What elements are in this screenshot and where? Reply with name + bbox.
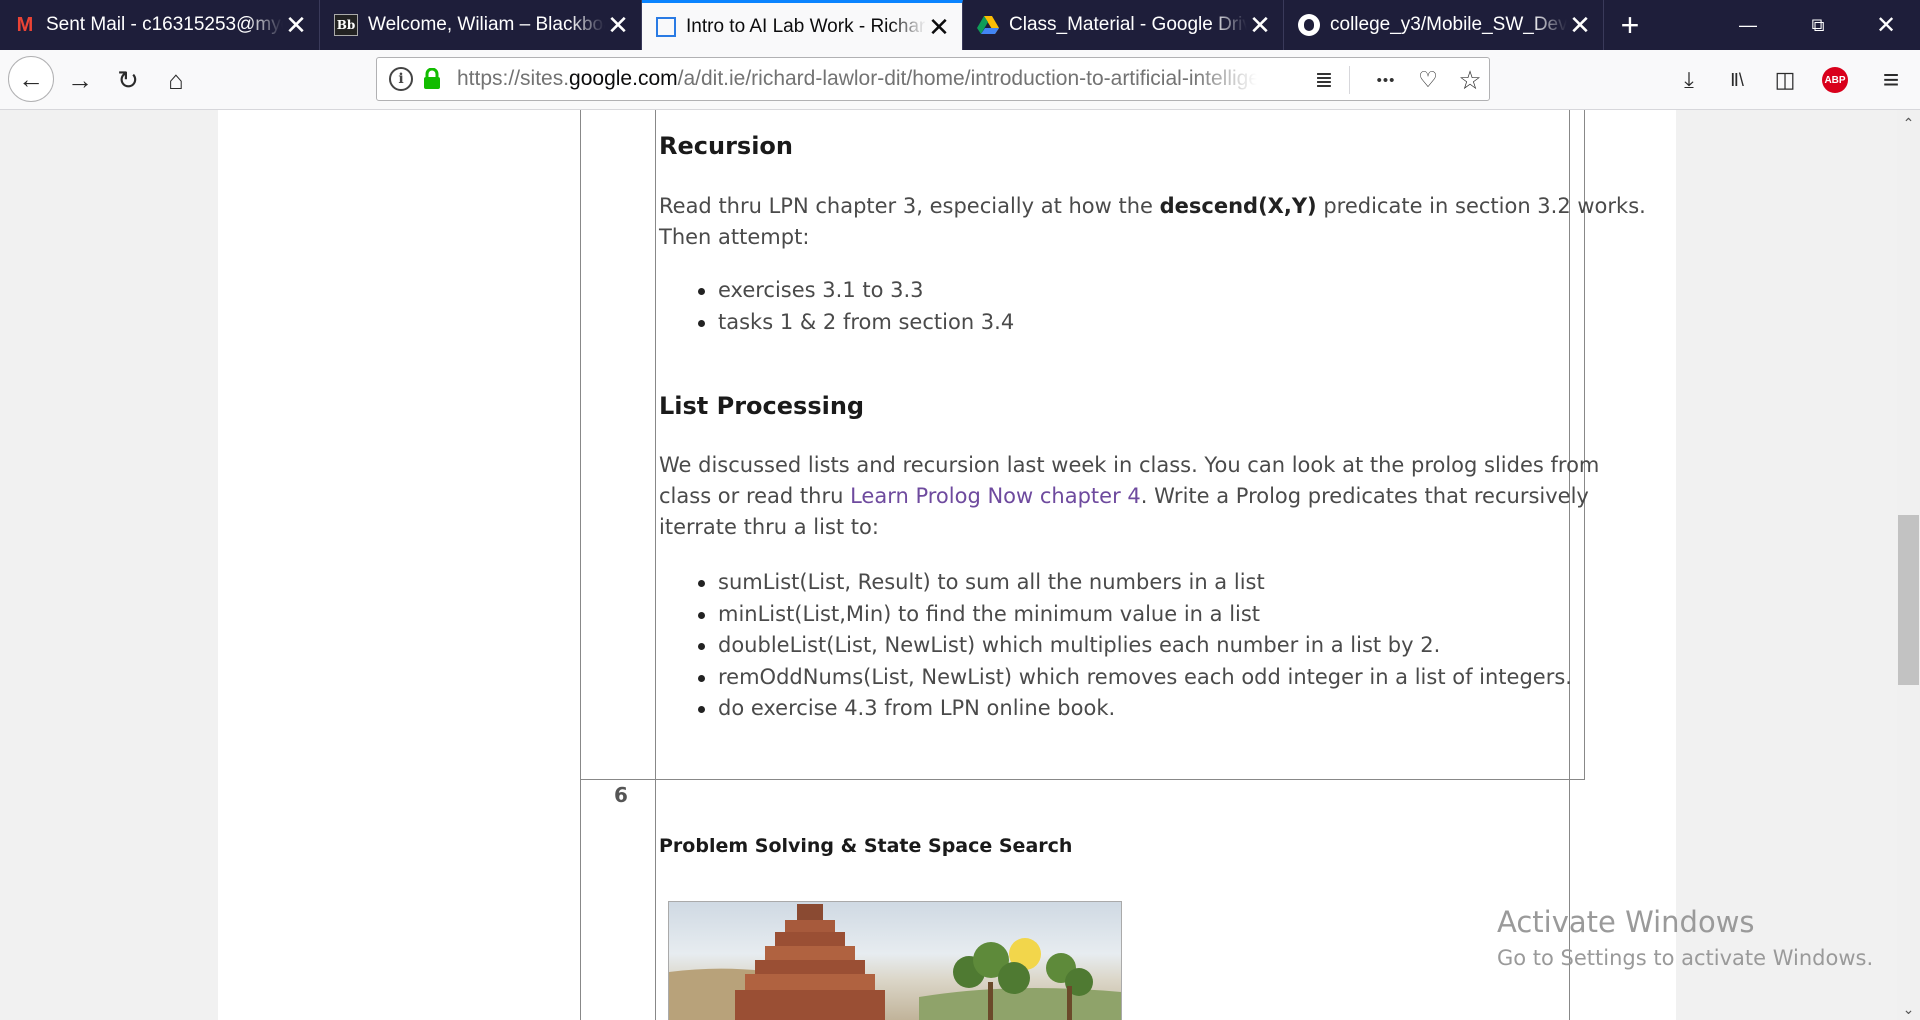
problem-solving-heading: Problem Solving & State Space Search bbox=[659, 835, 1073, 857]
close-icon[interactable]: ✕ bbox=[1567, 12, 1593, 38]
scrollbar-thumb[interactable] bbox=[1898, 514, 1919, 685]
tab-strip: M Sent Mail - c16315253@mydit.ie ✕ Bb We… bbox=[0, 0, 1920, 50]
table-border-left bbox=[580, 110, 581, 1020]
back-button[interactable]: ← bbox=[8, 56, 54, 102]
url-domain: google.com bbox=[569, 67, 678, 90]
close-icon[interactable]: ✕ bbox=[605, 12, 631, 38]
reload-button[interactable]: ↻ bbox=[106, 58, 150, 102]
learn-prolog-now-link[interactable]: Learn Prolog Now chapter 4 bbox=[850, 484, 1141, 508]
library-icon[interactable]: Ⅱ\ bbox=[1720, 64, 1754, 96]
tower-illustration bbox=[669, 904, 1121, 1020]
table-column-divider bbox=[655, 110, 656, 1020]
list-processing-paragraph: We discussed lists and recursion last we… bbox=[659, 450, 1599, 543]
close-icon[interactable]: ✕ bbox=[926, 14, 952, 40]
list-processing-list: sumList(List, Result) to sum all the num… bbox=[696, 567, 1572, 725]
page-viewport: Recursion Read thru LPN chapter 3, espec… bbox=[0, 110, 1897, 1020]
github-icon bbox=[1298, 14, 1320, 36]
list-processing-text: . Write a Prolog predicates that recursi… bbox=[1140, 484, 1589, 508]
list-item: tasks 1 & 2 from section 3.4 bbox=[697, 307, 1014, 339]
new-tab-button[interactable]: + bbox=[1612, 0, 1648, 50]
recursion-text: Then attempt: bbox=[659, 225, 810, 249]
list-item: doubleList(List, NewList) which multipli… bbox=[698, 630, 1572, 662]
tab-title: Intro to AI Lab Work - Richard Lawlor bbox=[686, 15, 926, 37]
list-item: minList(List,Min) to find the minimum va… bbox=[698, 599, 1572, 631]
recursion-text: Read thru LPN chapter 3, especially at h… bbox=[659, 194, 1160, 218]
home-button[interactable]: ⌂ bbox=[154, 58, 198, 102]
tab-title: college_y3/Mobile_SW_Development bbox=[1330, 14, 1567, 35]
window-close-button[interactable]: ✕ bbox=[1858, 0, 1914, 50]
restore-button[interactable]: ⧉ bbox=[1790, 0, 1846, 50]
scroll-up-arrow-icon[interactable]: ⌃ bbox=[1897, 112, 1920, 134]
url-path: /a/dit.ie/richard-lawlor-dit/home/introd… bbox=[677, 67, 1257, 90]
page-icon bbox=[656, 16, 676, 37]
activate-windows-title: Activate Windows bbox=[1497, 905, 1755, 939]
row-number: 6 bbox=[614, 783, 628, 807]
recursion-text: predicate in section 3.2 works. bbox=[1316, 194, 1646, 218]
url-prefix: https://sites. bbox=[457, 67, 570, 90]
pocket-icon[interactable]: ♡ bbox=[1413, 66, 1443, 94]
tab-title: Sent Mail - c16315253@mydit.ie bbox=[46, 14, 283, 35]
close-icon[interactable]: ✕ bbox=[1247, 12, 1273, 38]
navigation-toolbar: ← → ↻ ⌂ i https://sites.google.com/a/dit… bbox=[0, 50, 1920, 110]
table-row-divider bbox=[580, 779, 1585, 780]
descend-predicate: descend(X,Y) bbox=[1159, 194, 1317, 218]
tab-sent-mail[interactable]: M Sent Mail - c16315253@mydit.ie ✕ bbox=[0, 0, 320, 50]
url-divider bbox=[1349, 66, 1350, 94]
google-drive-icon bbox=[977, 16, 999, 34]
blackboard-icon: Bb bbox=[334, 14, 358, 36]
list-item: sumList(List, Result) to sum all the num… bbox=[698, 567, 1572, 599]
close-icon[interactable]: ✕ bbox=[283, 12, 309, 38]
lock-icon bbox=[424, 68, 440, 89]
url-bar[interactable]: i https://sites.google.com/a/dit.ie/rich… bbox=[376, 57, 1490, 101]
menu-icon[interactable]: ≡ bbox=[1874, 64, 1908, 96]
list-item: do exercise 4.3 from LPN online book. bbox=[698, 693, 1572, 725]
minimize-button[interactable]: — bbox=[1720, 0, 1776, 50]
downloads-icon[interactable]: ⤓ bbox=[1672, 64, 1706, 96]
list-processing-text: We discussed lists and recursion last we… bbox=[659, 453, 1600, 477]
url-text[interactable]: https://sites.google.com/a/dit.ie/richar… bbox=[457, 67, 1257, 91]
forward-button[interactable]: → bbox=[58, 58, 102, 102]
tab-google-drive[interactable]: Class_Material - Google Drive ✕ bbox=[963, 0, 1284, 50]
tab-blackboard[interactable]: Bb Welcome, Wiliam – Blackboard ✕ bbox=[320, 0, 642, 50]
tab-intro-ai-lab[interactable]: Intro to AI Lab Work - Richard Lawlor ✕ bbox=[642, 0, 963, 50]
bookmark-star-icon[interactable]: ☆ bbox=[1455, 65, 1485, 95]
info-icon[interactable]: i bbox=[389, 67, 413, 91]
recursion-list: exercises 3.1 to 3.3 tasks 1 & 2 from se… bbox=[696, 275, 1014, 338]
tab-title: Welcome, Wiliam – Blackboard bbox=[368, 14, 605, 35]
list-processing-text: iterrate thru a list to: bbox=[659, 515, 879, 539]
reader-view-icon[interactable]: ≣ bbox=[1309, 66, 1339, 94]
list-processing-text: class or read thru bbox=[659, 484, 851, 508]
recursion-heading: Recursion bbox=[659, 132, 793, 160]
vertical-scrollbar[interactable]: ⌃ ⌄ bbox=[1897, 110, 1920, 1020]
list-processing-heading: List Processing bbox=[659, 392, 865, 420]
adblock-plus-icon[interactable]: ABP bbox=[1822, 67, 1848, 93]
tower-of-hanoi-image bbox=[668, 901, 1122, 1020]
scroll-down-arrow-icon[interactable]: ⌄ bbox=[1897, 998, 1920, 1020]
list-item: remOddNums(List, NewList) which removes … bbox=[698, 662, 1572, 694]
tab-title: Class_Material - Google Drive bbox=[1009, 14, 1247, 35]
list-item: exercises 3.1 to 3.3 bbox=[697, 275, 1014, 307]
sidebar-icon[interactable]: ◫ bbox=[1768, 64, 1802, 96]
page-actions-icon[interactable]: ••• bbox=[1371, 66, 1401, 94]
recursion-paragraph: Read thru LPN chapter 3, especially at h… bbox=[659, 191, 1646, 253]
tab-github[interactable]: college_y3/Mobile_SW_Development ✕ bbox=[1284, 0, 1604, 50]
activate-windows-subtitle: Go to Settings to activate Windows. bbox=[1497, 946, 1874, 970]
gmail-icon: M bbox=[16, 13, 34, 36]
